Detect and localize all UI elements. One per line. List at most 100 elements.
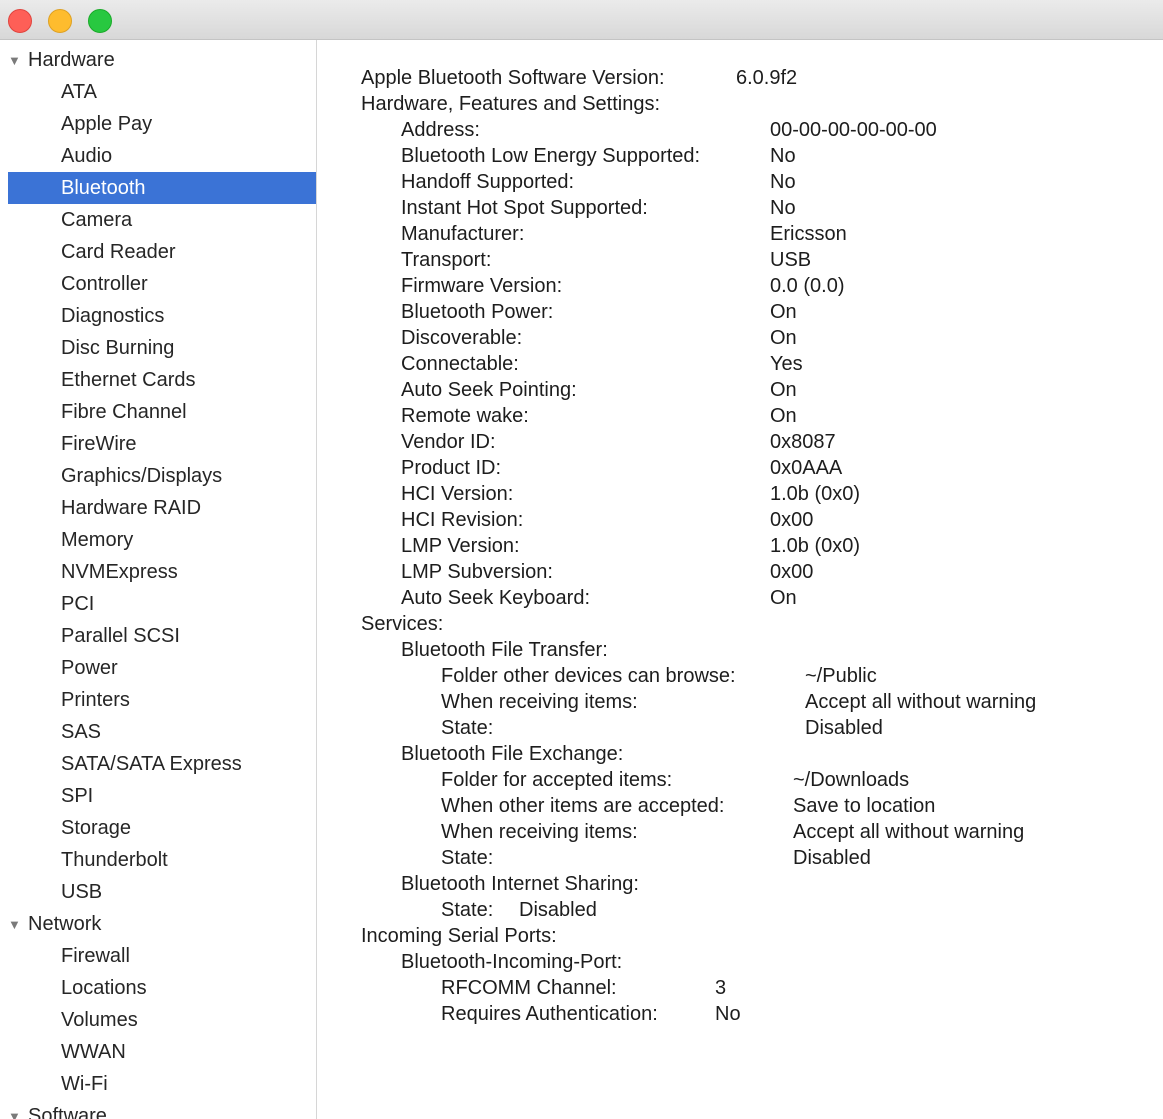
info-value: 0x8087 xyxy=(770,431,836,453)
sidebar-item-ethernet-cards[interactable]: Ethernet Cards xyxy=(8,364,316,396)
info-value: USB xyxy=(770,249,812,271)
info-value: Accept all without warning xyxy=(805,691,1037,713)
sidebar-item-thunderbolt[interactable]: Thunderbolt xyxy=(8,844,316,876)
info-row-hci-revision: HCI Revision: 0x00 xyxy=(318,507,1163,533)
sidebar-item-spi[interactable]: SPI xyxy=(8,780,316,812)
sidebar-item-camera[interactable]: Camera xyxy=(8,204,316,236)
info-row-bluetooth-file-transfer: Bluetooth File Transfer: xyxy=(318,637,1163,663)
info-value: 0x00 xyxy=(770,561,814,583)
sidebar-item-audio[interactable]: Audio xyxy=(8,140,316,172)
sidebar-item-printers[interactable]: Printers xyxy=(8,684,316,716)
info-row-rfcomm-channel: RFCOMM Channel: 3 xyxy=(318,975,1163,1001)
sidebar-item-disc-burning[interactable]: Disc Burning xyxy=(8,332,316,364)
info-value: 3 xyxy=(715,977,727,999)
info-row-apple-bluetooth-software-version: Apple Bluetooth Software Version: 6.0.9f2 xyxy=(318,65,1163,91)
info-value: Disabled xyxy=(519,899,597,921)
close-window-button[interactable] xyxy=(8,9,32,33)
disclosure-triangle-icon[interactable]: ▼ xyxy=(8,45,28,77)
info-row-state: State: Disabled xyxy=(318,897,1163,923)
sidebar-group-hardware[interactable]: ▼ Hardware xyxy=(8,44,316,77)
info-key: Remote wake: xyxy=(401,405,529,427)
info-key: Bluetooth File Exchange: xyxy=(401,743,624,765)
sidebar-group-label: Hardware xyxy=(28,49,115,71)
sidebar-item-graphics-displays[interactable]: Graphics/Displays xyxy=(8,460,316,492)
info-value: 1.0b (0x0) xyxy=(770,483,861,505)
sidebar-item-power[interactable]: Power xyxy=(8,652,316,684)
info-key: Address: xyxy=(401,119,480,141)
info-key: Discoverable: xyxy=(401,327,523,349)
sidebar-item-apple-pay[interactable]: Apple Pay xyxy=(8,108,316,140)
info-key: Requires Authentication: xyxy=(441,1003,658,1025)
info-row-connectable: Connectable: Yes xyxy=(318,351,1163,377)
sidebar-item-sas[interactable]: SAS xyxy=(8,716,316,748)
sidebar-item-sata-sata-express[interactable]: SATA/SATA Express xyxy=(8,748,316,780)
sidebar-item-volumes[interactable]: Volumes xyxy=(8,1004,316,1036)
sidebar-item-hardware-raid[interactable]: Hardware RAID xyxy=(8,492,316,524)
info-value: On xyxy=(770,327,797,349)
info-row-remote-wake: Remote wake: On xyxy=(318,403,1163,429)
sidebar-item-bluetooth[interactable]: Bluetooth xyxy=(8,172,316,204)
info-value: On xyxy=(770,301,797,323)
info-key: Bluetooth Internet Sharing: xyxy=(401,873,639,895)
zoom-window-button[interactable] xyxy=(88,9,112,33)
sidebar-item-firewall[interactable]: Firewall xyxy=(8,940,316,972)
info-row-services: Services: xyxy=(318,611,1163,637)
info-key: RFCOMM Channel: xyxy=(441,977,617,999)
info-value: 0x00 xyxy=(770,509,814,531)
info-row-hardware-features-and-settings: Hardware, Features and Settings: xyxy=(318,91,1163,117)
info-value: Yes xyxy=(770,353,803,375)
sidebar-item-wi-fi[interactable]: Wi-Fi xyxy=(8,1068,316,1100)
info-key: Folder for accepted items: xyxy=(441,769,673,791)
info-value: ~/Public xyxy=(805,665,877,687)
sidebar-group-label: Network xyxy=(28,913,102,935)
info-key: When receiving items: xyxy=(441,821,638,843)
info-key: Services: xyxy=(361,613,444,635)
info-key: Firmware Version: xyxy=(401,275,563,297)
info-row-state: State: Disabled xyxy=(318,715,1163,741)
sidebar-item-parallel-scsi[interactable]: Parallel SCSI xyxy=(8,620,316,652)
sidebar-group-network[interactable]: ▼ Network xyxy=(8,908,316,941)
sidebar-item-controller[interactable]: Controller xyxy=(8,268,316,300)
sidebar-group-software[interactable]: ▼ Software xyxy=(8,1100,316,1119)
info-value: 0x0AAA xyxy=(770,457,843,479)
sidebar-item-pci[interactable]: PCI xyxy=(8,588,316,620)
info-value: Accept all without warning xyxy=(793,821,1025,843)
sidebar-item-usb[interactable]: USB xyxy=(8,876,316,908)
info-key: Incoming Serial Ports: xyxy=(361,925,557,947)
info-key: Auto Seek Pointing: xyxy=(401,379,577,401)
sidebar-item-nvmexpress[interactable]: NVMExpress xyxy=(8,556,316,588)
info-row-when-receiving-items: When receiving items: Accept all without … xyxy=(318,819,1163,845)
info-row-auto-seek-keyboard: Auto Seek Keyboard: On xyxy=(318,585,1163,611)
minimize-window-button[interactable] xyxy=(48,9,72,33)
info-row-bluetooth-internet-sharing: Bluetooth Internet Sharing: xyxy=(318,871,1163,897)
sidebar-item-ata[interactable]: ATA xyxy=(8,76,316,108)
disclosure-triangle-icon[interactable]: ▼ xyxy=(8,1101,28,1119)
info-value: 1.0b (0x0) xyxy=(770,535,861,557)
sidebar-item-wwan[interactable]: WWAN xyxy=(8,1036,316,1068)
info-key: LMP Subversion: xyxy=(401,561,553,583)
info-row-folder-for-accepted-items: Folder for accepted items: ~/Downloads xyxy=(318,767,1163,793)
sidebar-item-diagnostics[interactable]: Diagnostics xyxy=(8,300,316,332)
info-row-product-id: Product ID: 0x0AAA xyxy=(318,455,1163,481)
sidebar-item-storage[interactable]: Storage xyxy=(8,812,316,844)
sidebar-item-locations[interactable]: Locations xyxy=(8,972,316,1004)
info-row-requires-authentication: Requires Authentication: No xyxy=(318,1001,1163,1027)
info-row-bluetooth-file-exchange: Bluetooth File Exchange: xyxy=(318,741,1163,767)
info-key: Hardware, Features and Settings: xyxy=(361,93,661,115)
title-bar xyxy=(0,0,1163,40)
info-value: Save to location xyxy=(793,795,936,817)
info-key: HCI Version: xyxy=(401,483,514,505)
info-key: When other items are accepted: xyxy=(441,795,725,817)
sidebar-item-card-reader[interactable]: Card Reader xyxy=(8,236,316,268)
sidebar-group-label: Software xyxy=(28,1105,107,1119)
sidebar-item-firewire[interactable]: FireWire xyxy=(8,428,316,460)
info-key: Apple Bluetooth Software Version: xyxy=(361,67,665,89)
info-key: Bluetooth Power: xyxy=(401,301,554,323)
sidebar-item-fibre-channel[interactable]: Fibre Channel xyxy=(8,396,316,428)
sidebar-item-memory[interactable]: Memory xyxy=(8,524,316,556)
info-row-manufacturer: Manufacturer: Ericsson xyxy=(318,221,1163,247)
disclosure-triangle-icon[interactable]: ▼ xyxy=(8,909,28,941)
info-key: Transport: xyxy=(401,249,492,271)
info-row-incoming-serial-ports: Incoming Serial Ports: xyxy=(318,923,1163,949)
info-key: HCI Revision: xyxy=(401,509,524,531)
